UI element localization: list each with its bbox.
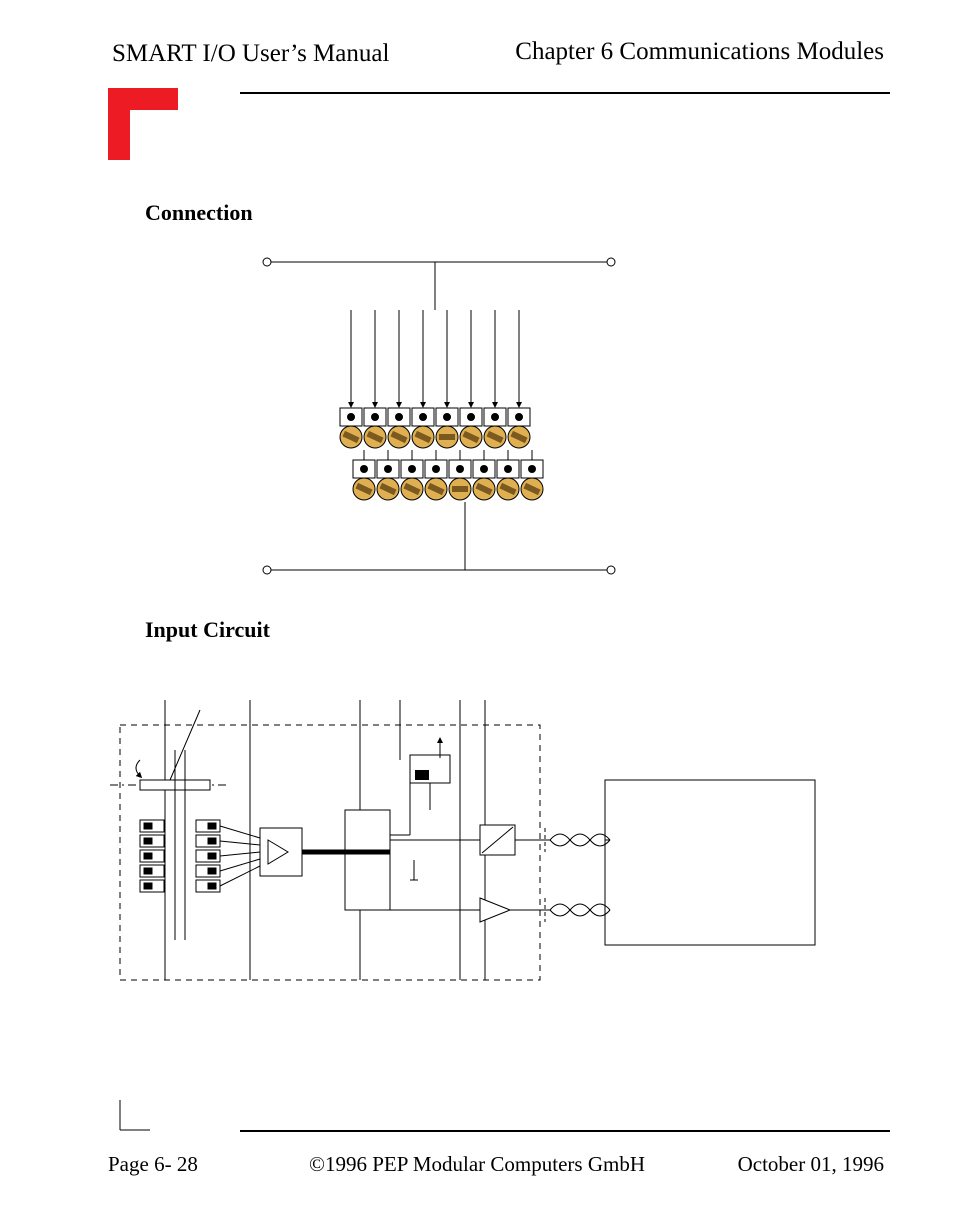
header-left: SMART I/O User’s Manual bbox=[112, 40, 389, 68]
section-heading-input-circuit: Input Circuit bbox=[145, 617, 270, 643]
crop-mark-icon bbox=[115, 1100, 155, 1140]
connection-diagram bbox=[255, 250, 635, 590]
section-heading-connection: Connection bbox=[145, 200, 253, 226]
footer-rule bbox=[240, 1130, 890, 1132]
footer-date: October 01, 1996 bbox=[738, 1152, 884, 1177]
document-page: SMART I/O User’s Manual Chapter 6 Commun… bbox=[0, 0, 954, 1216]
input-circuit-diagram bbox=[110, 680, 830, 1000]
header-rule bbox=[240, 92, 890, 94]
header-right: Chapter 6 Communications Modules bbox=[515, 38, 884, 66]
brand-logo-icon bbox=[108, 88, 178, 160]
